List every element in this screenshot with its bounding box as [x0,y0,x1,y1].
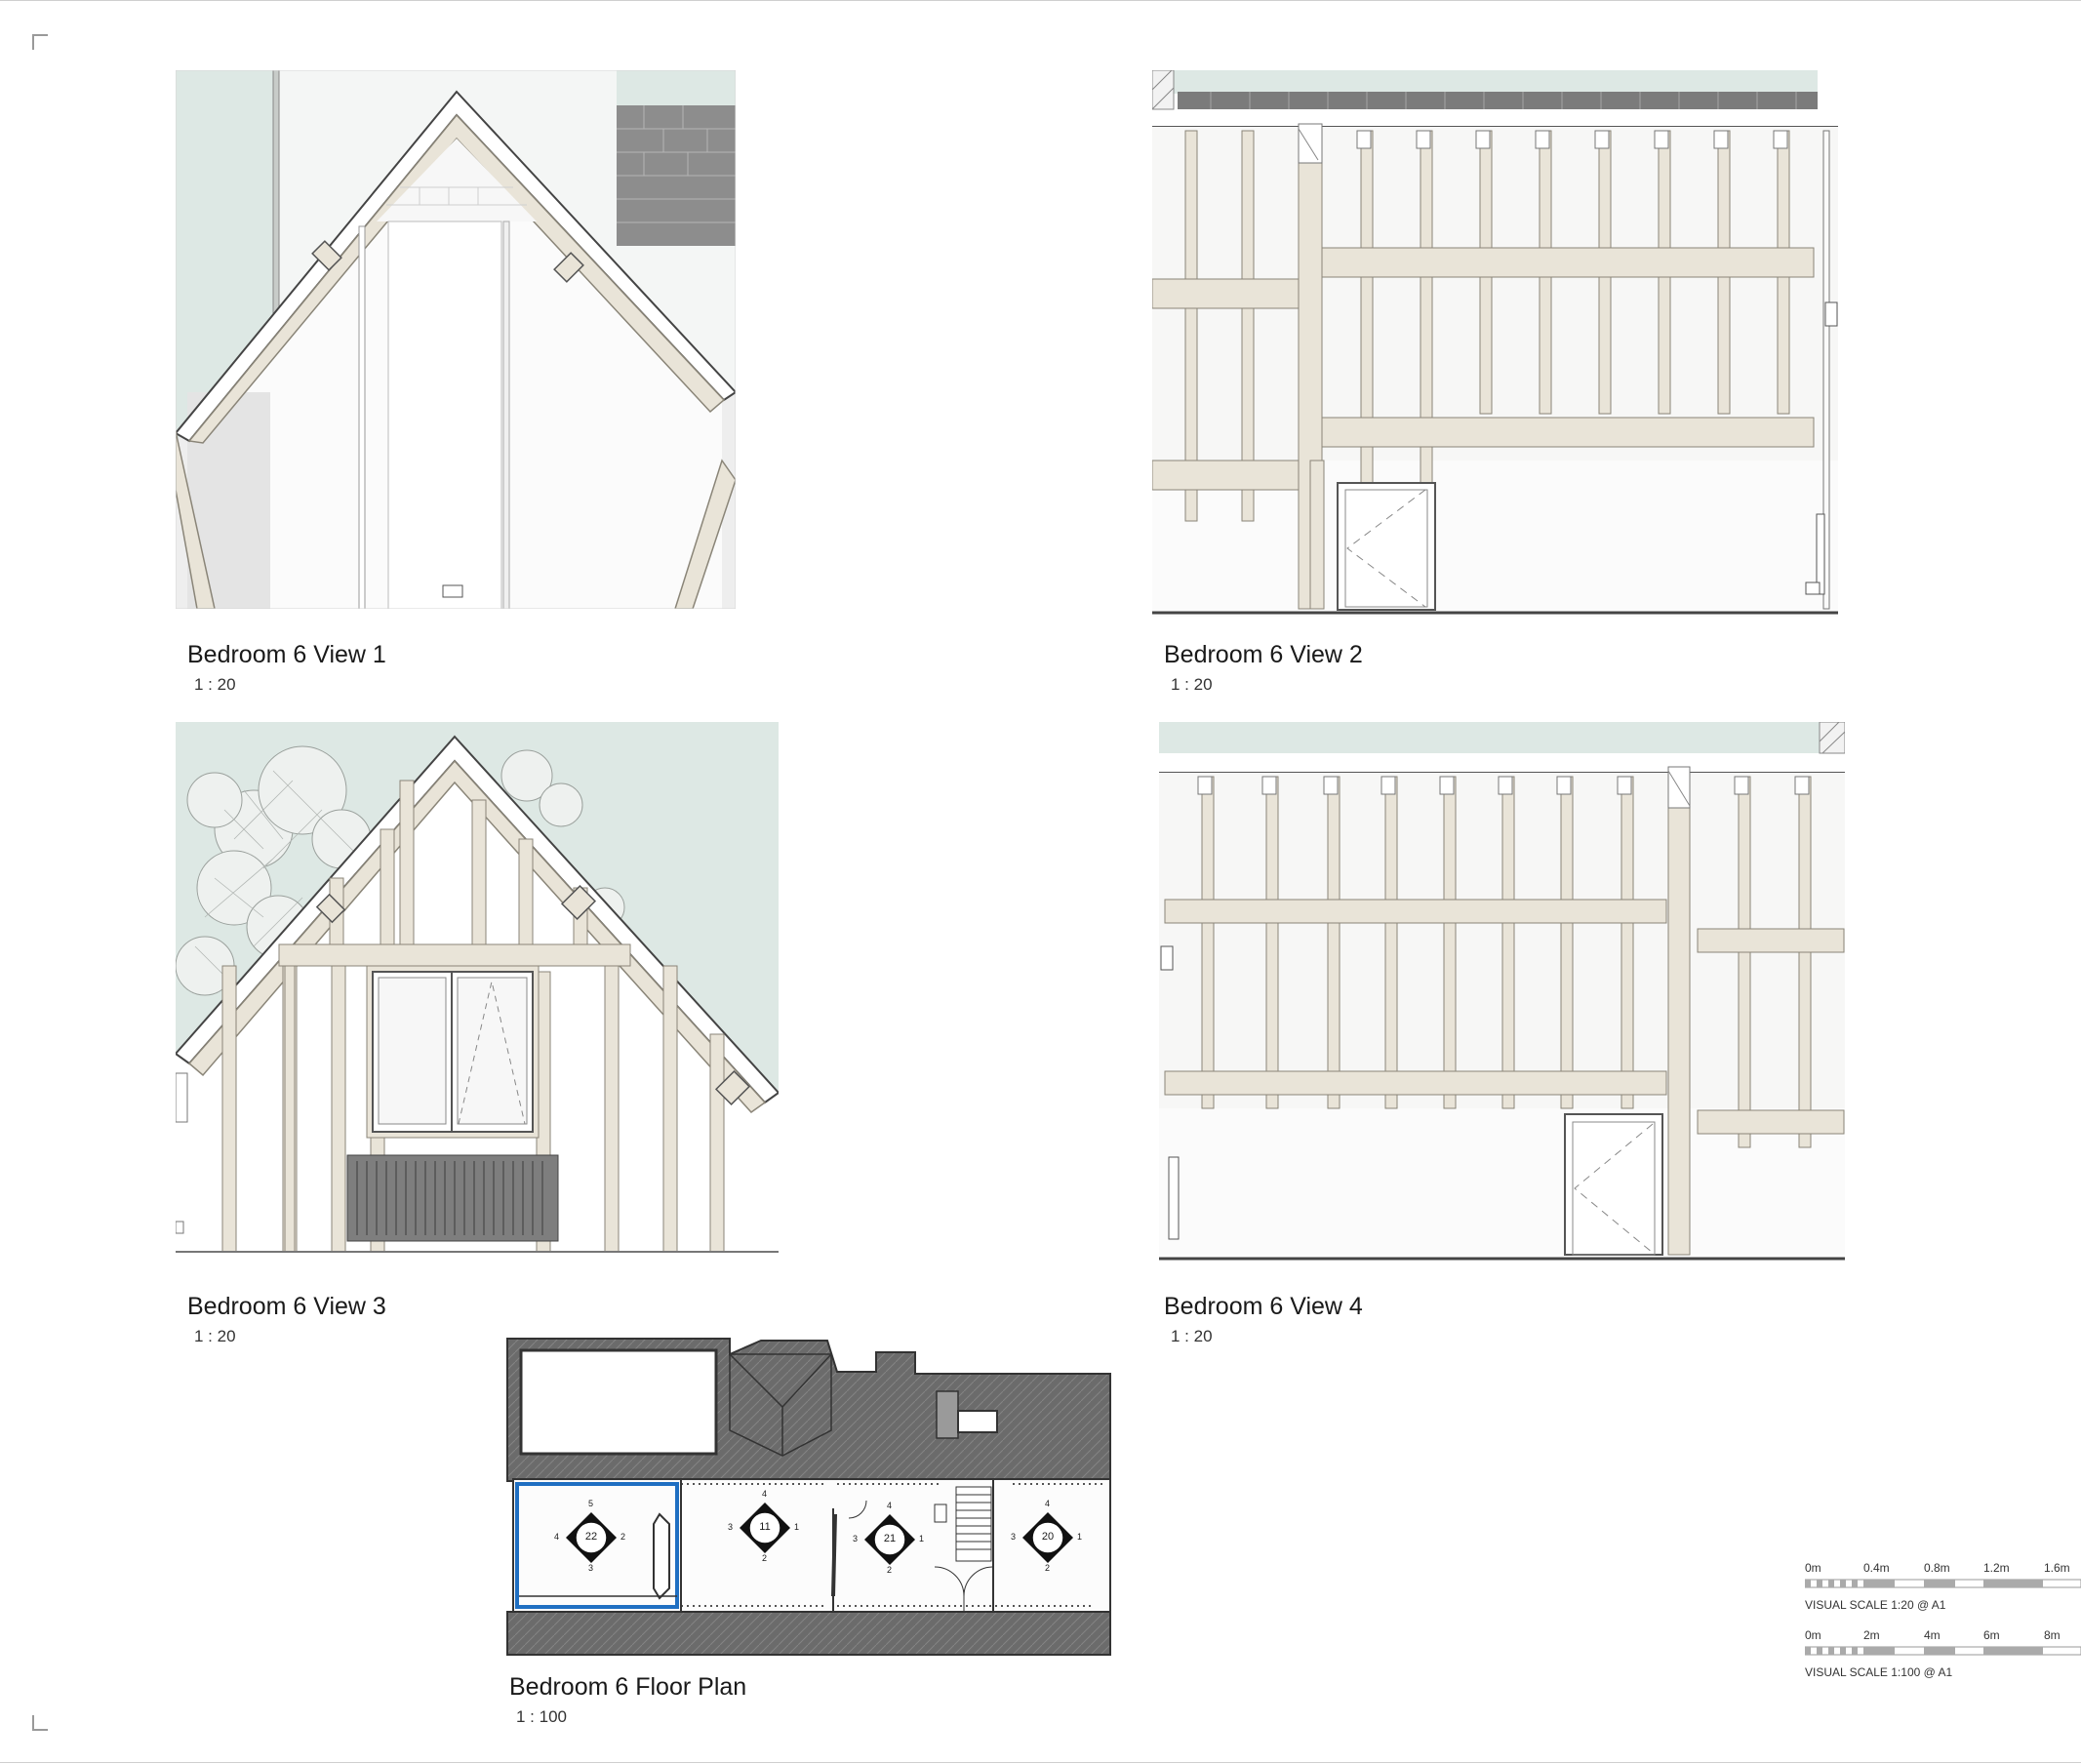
marker-11-number: 11 [759,1521,771,1533]
marker-20-left: 3 [1011,1532,1017,1542]
view-4-elevation [1159,722,1845,1262]
marker-20-top: 4 [1045,1499,1051,1508]
scale-2-tick-1: 2m [1863,1628,1880,1642]
marker-20-number: 20 [1041,1531,1055,1543]
view-2-title: Bedroom 6 View 2 [1164,641,1363,668]
marker-11-left: 3 [728,1522,734,1532]
floor-plan-scale: 1 : 100 [516,1707,567,1726]
scale-1-caption: VISUAL SCALE 1:20 @ A1 [1805,1598,1946,1612]
scale-1-tick-4: 1.6m [2044,1561,2070,1575]
visual-scale-1-100: 0m 2m 4m 6m 8m VISUAL SCALE 1:100 @ A1 [1804,1628,2081,1679]
view-marker-22[interactable]: 22 5 4 2 3 [554,1499,626,1573]
marker-22-number: 22 [584,1531,598,1543]
view-4-scale: 1 : 20 [1171,1327,1213,1345]
scale-bar-2 [1804,1646,2081,1656]
sheet-border-bottom [0,1762,2081,1763]
scale-2-tick-0: 0m [1805,1628,1821,1642]
floor-plan-title: Bedroom 6 Floor Plan [509,1673,747,1701]
marker-11-right: 1 [794,1522,800,1532]
scale-2-tick-3: 6m [1983,1628,2000,1642]
view-4-title: Bedroom 6 View 4 [1164,1293,1363,1320]
scale-1-tick-3: 1.2m [1983,1561,2010,1575]
marker-20-bottom: 2 [1045,1563,1051,1573]
view-1-title: Bedroom 6 View 1 [187,641,386,668]
marker-22-right: 2 [620,1532,626,1542]
view-3-title: Bedroom 6 View 3 [187,1293,386,1320]
marker-21-right: 1 [919,1534,925,1544]
view-2-scale: 1 : 20 [1171,675,1213,694]
marker-11-top: 4 [762,1489,768,1499]
visual-scale-1-20: 0m 0.4m 0.8m 1.2m 1.6m VISUAL SCALE 1:20… [1804,1561,2081,1612]
marker-21-top: 4 [887,1501,893,1510]
marker-21-number: 21 [883,1533,897,1544]
view-marker-11[interactable]: 11 4 3 1 2 [728,1489,800,1563]
scale-2-tick-4: 8m [2044,1628,2061,1642]
marker-22-left: 4 [554,1532,560,1542]
floor-plan: 22 5 4 2 3 11 4 3 1 2 21 4 3 1 2 20 4 3 … [505,1333,1114,1661]
marker-22-top: 5 [588,1499,594,1508]
view-3-elevation [176,722,779,1253]
view-marker-21[interactable]: 21 4 3 1 2 [853,1501,925,1575]
sheet-border-top [0,0,2081,1]
scale-2-tick-2: 4m [1924,1628,1941,1642]
marker-11-bottom: 2 [762,1553,768,1563]
scale-1-tick-2: 0.8m [1924,1561,1950,1575]
crop-mark-bottom-left [32,1715,48,1731]
view-3-scale: 1 : 20 [194,1327,236,1345]
marker-21-bottom: 2 [887,1565,893,1575]
marker-22-bottom: 3 [588,1563,594,1573]
marker-21-left: 3 [853,1534,859,1544]
scale-1-tick-0: 0m [1805,1561,1821,1575]
scale-2-caption: VISUAL SCALE 1:100 @ A1 [1805,1665,1953,1679]
drawing-sheet: Bedroom 6 View 1 1 : 20 Bedroom 6 View 2… [0,0,2081,1764]
crop-mark-top-left [32,34,48,50]
view-marker-20[interactable]: 20 4 3 1 2 [1011,1499,1083,1573]
view-2-elevation [1152,70,1838,617]
marker-20-right: 1 [1077,1532,1083,1542]
view-1-elevation [176,70,736,609]
scale-1-tick-1: 0.4m [1863,1561,1890,1575]
scale-bar-1 [1804,1579,2081,1588]
view-1-scale: 1 : 20 [194,675,236,694]
